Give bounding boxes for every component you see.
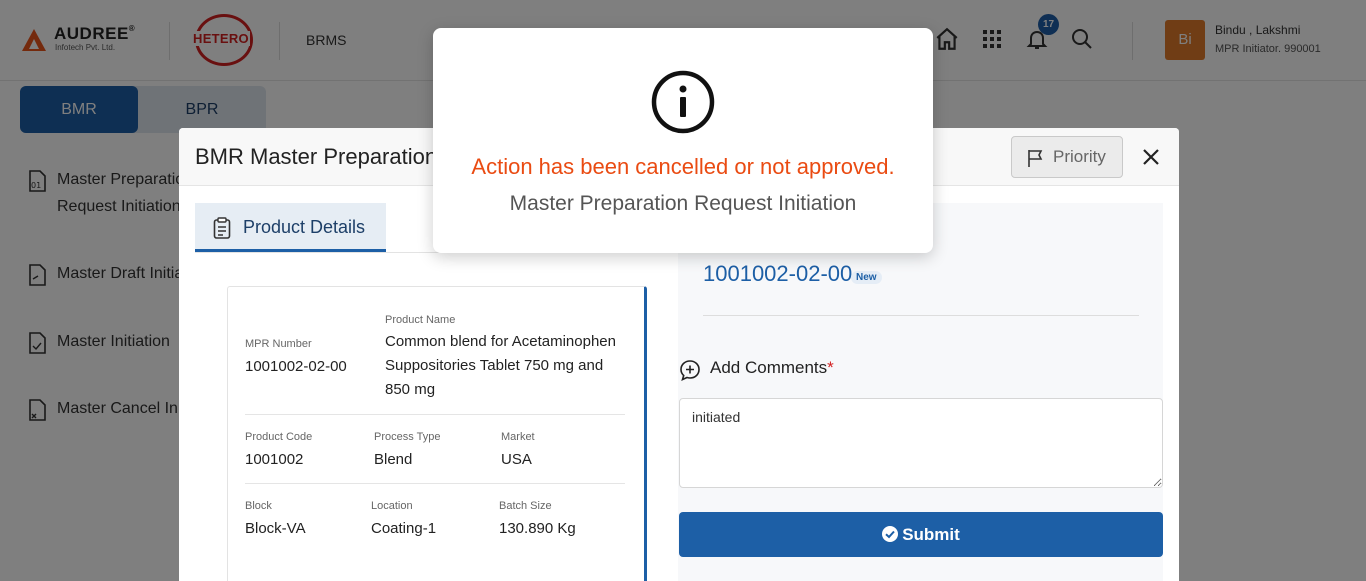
check-circle-icon	[882, 526, 899, 543]
mpr-number-label: MPR Number	[245, 338, 312, 350]
alert-title: Action has been cancelled or not approve…	[471, 154, 895, 179]
block-value: Block-VA	[245, 520, 306, 537]
tab-product-details[interactable]: Product Details	[195, 203, 386, 252]
card-divider	[245, 483, 625, 484]
alert-dialog: Action has been cancelled or not approve…	[433, 28, 933, 253]
location-value: Coating-1	[371, 520, 437, 537]
product-name-label: Product Name	[385, 314, 456, 326]
status-mpr-number: 1001002-02-00	[703, 261, 853, 286]
block-label: Block	[245, 500, 272, 512]
info-icon	[651, 70, 715, 134]
batch-size-value: 130.890 Kg	[499, 520, 576, 537]
product-code-value: 1001002	[245, 451, 304, 468]
batch-size-label: Batch Size	[499, 500, 552, 512]
product-code-label: Product Code	[245, 431, 313, 443]
market-label: Market	[501, 431, 535, 443]
close-icon[interactable]	[1138, 144, 1164, 170]
process-type-label: Process Type	[374, 431, 441, 443]
priority-button[interactable]: Priority	[1011, 136, 1123, 178]
product-details-card: MPR Number 1001002-02-00 Product Name Co…	[227, 286, 647, 581]
mpr-number-value: 1001002-02-00	[245, 358, 347, 375]
comments-textarea[interactable]: initiated	[679, 398, 1163, 488]
submit-button[interactable]: Submit	[679, 512, 1163, 557]
card-divider	[245, 414, 625, 415]
clipboard-icon	[213, 217, 231, 239]
action-panel: 1001002-02-00 New Add Comments* initiate…	[678, 203, 1163, 581]
process-type-value: Blend	[374, 451, 413, 468]
flag-icon	[1028, 150, 1043, 167]
alert-message: Master Preparation Request Initiation	[509, 192, 857, 215]
status-badge: New	[851, 271, 882, 284]
panel-divider	[703, 315, 1139, 316]
product-name-value: Common blend for Acetaminophen Supposito…	[385, 333, 616, 398]
location-label: Location	[371, 500, 413, 512]
comment-add-icon	[680, 360, 700, 381]
market-value: USA	[501, 451, 532, 468]
